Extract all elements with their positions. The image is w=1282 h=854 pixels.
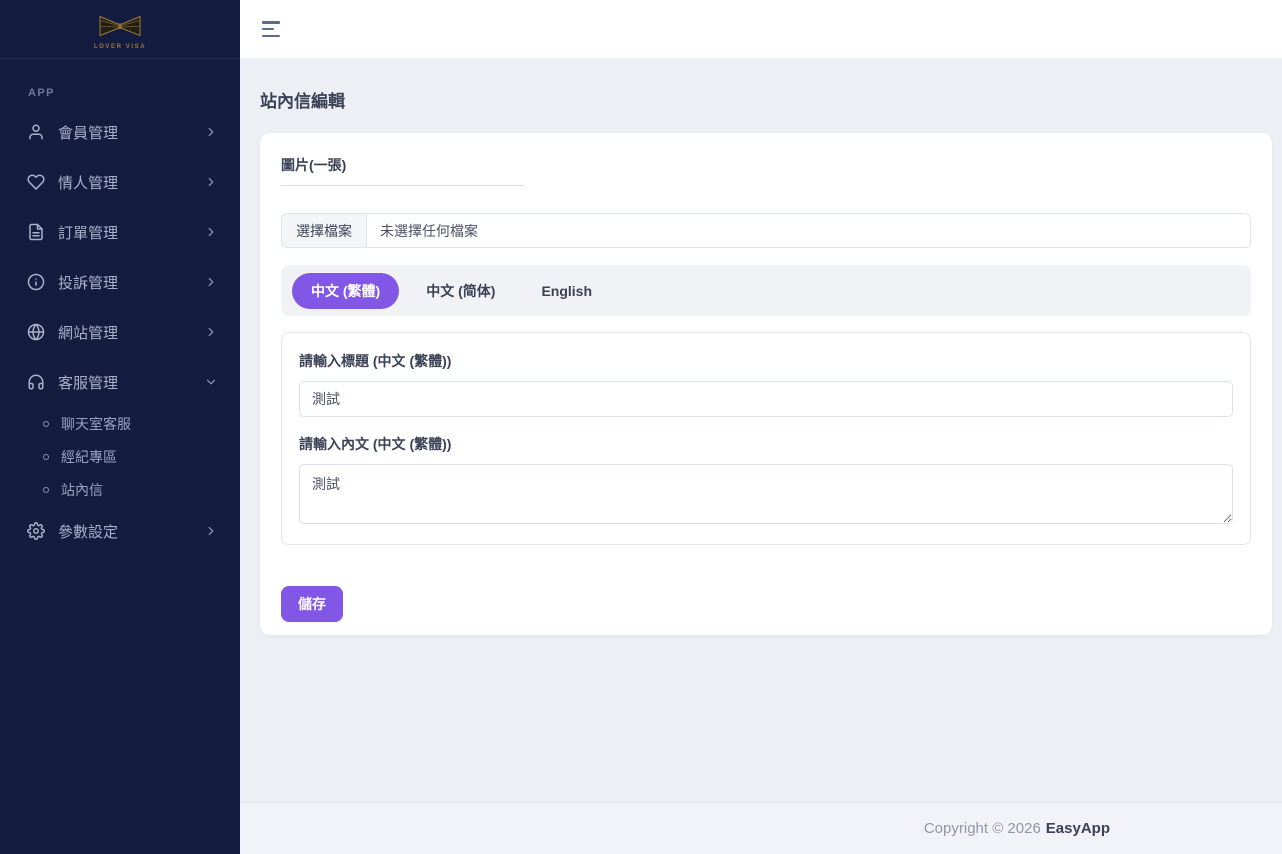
logo[interactable]: LOVER VISA	[0, 0, 240, 59]
tab-zh-simplified[interactable]: 中文 (简体)	[407, 273, 514, 309]
sidebar-item-label: 會員管理	[58, 124, 119, 142]
sidebar-item-settings[interactable]: 參數設定	[0, 506, 240, 556]
editor-card: 圖片(一張) 選擇檔案 未選擇任何檔案 中文 (繁體) 中文 (简体) Engl…	[260, 133, 1272, 635]
choose-file-button[interactable]: 選擇檔案	[282, 214, 367, 247]
page-title: 站內信編輯	[260, 92, 345, 111]
sidebar-item-orders[interactable]: 訂單管理	[0, 207, 240, 257]
title-field-label: 請輸入標題 (中文 (繁體))	[299, 353, 452, 369]
sidebar-item-label: 參數設定	[58, 523, 119, 541]
sidebar-subitem-label: 站內信	[61, 481, 103, 498]
footer-brand: EasyApp	[1045, 820, 1110, 837]
customer-service-submenu: 聊天室客服 經紀專區 站內信	[0, 407, 240, 506]
bullet-circle-icon	[43, 453, 49, 460]
sidebar-subitem-site-mail[interactable]: 站內信	[0, 473, 240, 506]
footer: Copyright © 2026 EasyApp	[240, 802, 1282, 854]
app-root: LOVER VISA APP 會員管理 情人管理 訂單管理 投訴管理 網站管理 …	[0, 0, 1282, 854]
content-textarea[interactable]: 測試	[299, 464, 1233, 524]
chevron-right-icon	[204, 325, 218, 339]
sidebar-item-customer-service[interactable]: 客服管理	[0, 357, 240, 407]
nav-section-label: APP	[28, 87, 55, 99]
headset-icon	[27, 373, 45, 391]
sidebar-item-website[interactable]: 網站管理	[0, 307, 240, 357]
file-status-text: 未選擇任何檔案	[380, 222, 478, 239]
sidebar-subitem-broker-zone[interactable]: 經紀專區	[0, 440, 240, 473]
chevron-right-icon	[204, 275, 218, 289]
chevron-right-icon	[204, 225, 218, 239]
form-panel: 請輸入標題 (中文 (繁體)) 請輸入內文 (中文 (繁體)) 測試	[281, 332, 1251, 545]
title-input[interactable]	[299, 381, 1233, 417]
sidebar-subitem-chatroom-service[interactable]: 聊天室客服	[0, 407, 240, 440]
bowtie-logo-icon	[98, 14, 142, 43]
main-area: 站內信編輯 圖片(一張) 選擇檔案 未選擇任何檔案 中文 (繁體) 中文 (简体…	[240, 0, 1282, 854]
bullet-circle-icon	[43, 486, 49, 493]
save-button[interactable]: 儲存	[281, 586, 343, 622]
gear-icon	[27, 522, 45, 540]
language-tabbar: 中文 (繁體) 中文 (简体) English	[281, 265, 1251, 316]
sidebar-subitem-label: 聊天室客服	[61, 415, 131, 432]
sidebar-item-label: 情人管理	[58, 174, 119, 192]
chevron-right-icon	[204, 175, 218, 189]
sidebar-item-label: 訂單管理	[58, 224, 119, 242]
globe-icon	[27, 323, 45, 341]
copyright-text: Copyright © 2026	[923, 820, 1041, 837]
chevron-down-icon	[204, 375, 218, 389]
tab-zh-traditional[interactable]: 中文 (繁體)	[292, 272, 400, 309]
logo-brand-text: LOVER VISA	[93, 44, 147, 50]
bullet-circle-icon	[43, 420, 49, 427]
info-circle-icon	[27, 273, 45, 291]
content-field-label: 請輸入內文 (中文 (繁體))	[299, 436, 452, 452]
file-upload-input[interactable]: 選擇檔案 未選擇任何檔案	[281, 213, 1251, 248]
topbar	[240, 0, 1282, 58]
chevron-right-icon	[204, 125, 218, 139]
image-field-label: 圖片(一張)	[281, 157, 347, 173]
sidebar-item-label: 投訴管理	[58, 274, 119, 292]
sidebar-subitem-label: 經紀專區	[61, 448, 117, 465]
user-icon	[27, 123, 45, 141]
chevron-right-icon	[204, 524, 218, 538]
sidebar-item-members[interactable]: 會員管理	[0, 107, 240, 157]
sidebar: LOVER VISA APP 會員管理 情人管理 訂單管理 投訴管理 網站管理 …	[0, 0, 240, 854]
hamburger-menu-icon[interactable]	[262, 21, 282, 37]
sidebar-item-complaints[interactable]: 投訴管理	[0, 257, 240, 307]
label-divider	[281, 185, 524, 186]
sidebar-nav: APP 會員管理 情人管理 訂單管理 投訴管理 網站管理 客服管理 聊天室客服 …	[0, 59, 240, 556]
heart-icon	[27, 173, 45, 191]
sidebar-item-label: 客服管理	[58, 374, 119, 392]
sidebar-item-lovers[interactable]: 情人管理	[0, 157, 240, 207]
tab-english[interactable]: English	[522, 275, 611, 307]
sidebar-item-label: 網站管理	[58, 324, 119, 342]
document-icon	[27, 223, 45, 241]
page-content: 站內信編輯 圖片(一張) 選擇檔案 未選擇任何檔案 中文 (繁體) 中文 (简体…	[240, 58, 1282, 802]
